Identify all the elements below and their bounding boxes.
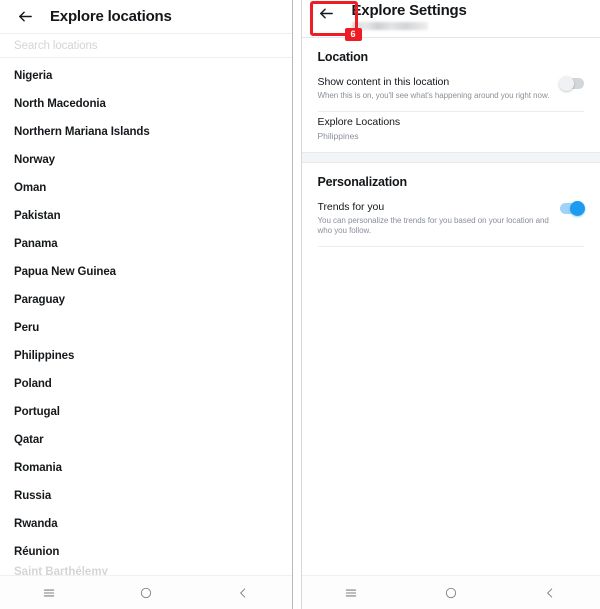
arrow-left-icon[interactable]: [316, 2, 338, 24]
row-show-content-in-this-location[interactable]: Show content in this location When this …: [302, 72, 600, 111]
recents-icon[interactable]: [334, 580, 368, 606]
locations-list[interactable]: Nigeria North Macedonia Northern Mariana…: [0, 58, 292, 575]
list-item[interactable]: Papua New Guinea: [0, 258, 292, 286]
toggle-knob: [559, 76, 574, 91]
home-icon[interactable]: [129, 580, 163, 606]
settings-content: Location Show content in this location W…: [301, 38, 600, 575]
list-item[interactable]: Qatar: [0, 426, 292, 454]
section-heading-personalization: Personalization: [317, 175, 408, 189]
list-item[interactable]: Poland: [0, 370, 292, 398]
title-block: Explore Settings: [351, 2, 467, 30]
list-item[interactable]: Panama: [0, 230, 292, 258]
list-item[interactable]: Norway: [0, 146, 292, 174]
toggle-knob: [570, 201, 585, 216]
page-title: Explore locations: [50, 8, 172, 25]
row-trends-for-you[interactable]: Trends for you You can personalize the t…: [302, 197, 600, 246]
list-item[interactable]: Paraguay: [0, 286, 292, 314]
divider: [317, 246, 584, 247]
explore-settings-screen: Explore Settings 6 Location Show content…: [300, 0, 600, 609]
toggle-show-content-in-this-location[interactable]: [559, 76, 584, 91]
list-item[interactable]: Romania: [0, 454, 292, 482]
row-title: Trends for you: [317, 201, 385, 213]
row-title: Show content in this location: [317, 76, 450, 88]
row-explore-locations[interactable]: Explore Locations Philippines: [302, 112, 600, 152]
row-subtitle: You can personalize the trends for you b…: [317, 216, 549, 235]
home-icon[interactable]: [434, 580, 468, 606]
right-android-navbar: [301, 575, 600, 609]
list-item[interactable]: North Macedonia: [0, 90, 292, 118]
panel-gap: [292, 0, 301, 609]
search-locations-field[interactable]: Search locations: [0, 34, 292, 58]
list-item[interactable]: Réunion: [0, 538, 292, 566]
list-item[interactable]: Rwanda: [0, 510, 292, 538]
redacted-account-name: [351, 22, 428, 30]
list-item[interactable]: Oman: [0, 174, 292, 202]
list-item[interactable]: Portugal: [0, 398, 292, 426]
explore-locations-screen: Explore locations Search locations Niger…: [0, 0, 293, 609]
list-item[interactable]: Nigeria: [0, 62, 292, 90]
row-title: Explore Locations: [317, 116, 401, 128]
list-item-cutoff[interactable]: Saint Barthélemy: [0, 566, 292, 575]
section-heading-location: Location: [317, 50, 369, 64]
screenshot-root: Explore locations Search locations Niger…: [0, 0, 600, 609]
row-text: Trends for you You can personalize the t…: [318, 201, 561, 236]
list-item[interactable]: Philippines: [0, 342, 292, 370]
left-android-navbar: [0, 575, 292, 609]
list-item[interactable]: Pakistan: [0, 202, 292, 230]
left-appbar: Explore locations: [0, 0, 292, 34]
row-text: Show content in this location When this …: [318, 76, 561, 101]
section-divider: [301, 152, 600, 163]
right-appbar: Explore Settings: [301, 0, 600, 38]
recents-icon[interactable]: [32, 580, 66, 606]
row-value: Philippines: [317, 131, 359, 141]
list-item[interactable]: Russia: [0, 482, 292, 510]
toggle-trends-for-you[interactable]: [560, 201, 585, 216]
back-chevron-icon[interactable]: [533, 580, 567, 606]
row-text: Explore Locations Philippines: [318, 116, 585, 142]
page-title: Explore Settings: [351, 2, 467, 19]
list-item[interactable]: Northern Mariana Islands: [0, 118, 292, 146]
list-item[interactable]: Peru: [0, 314, 292, 342]
arrow-left-icon[interactable]: [14, 6, 36, 28]
row-subtitle: When this is on, you'll see what's happe…: [317, 91, 550, 100]
search-input-placeholder: Search locations: [14, 39, 98, 52]
back-chevron-icon[interactable]: [226, 580, 260, 606]
